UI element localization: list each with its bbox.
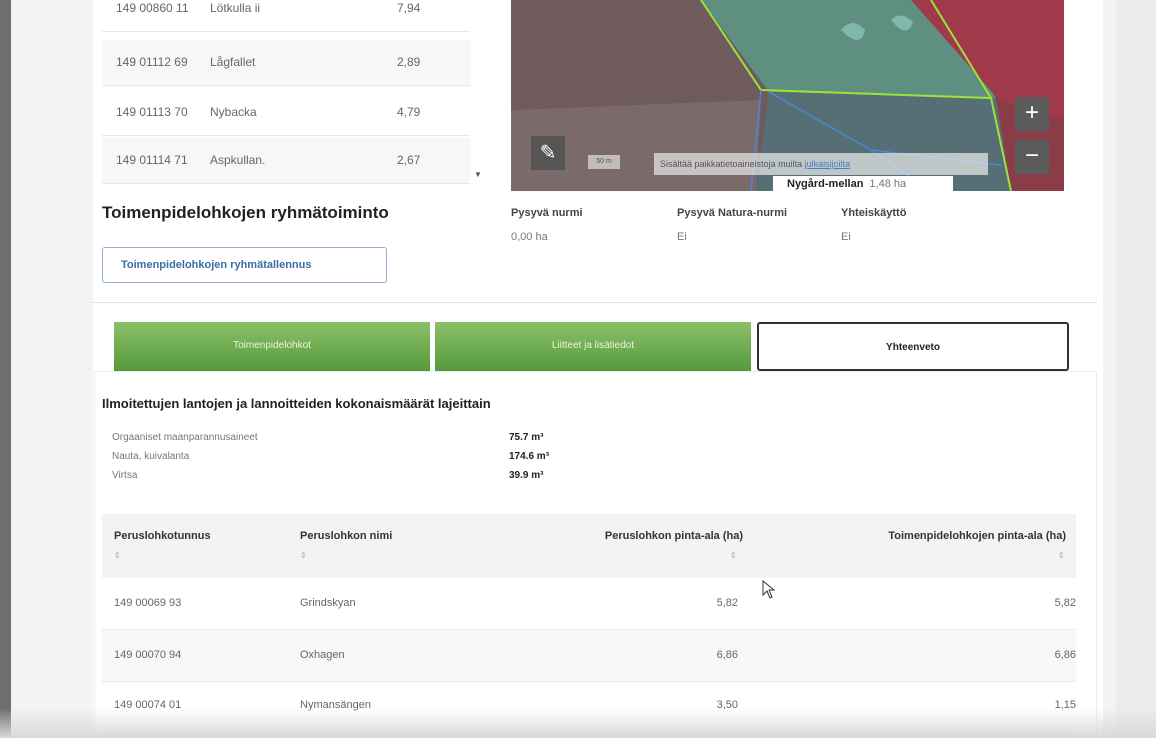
- property-label: Yhteiskäyttö: [841, 207, 907, 219]
- property-value: Ei: [677, 231, 687, 243]
- parcel-row[interactable]: 149 01114 71 Aspkullan. 2,67: [102, 138, 470, 184]
- property-value: 0,00 ha: [511, 231, 548, 243]
- property-label: Pysyvä Natura-nurmi: [677, 207, 788, 219]
- property-value: Ei: [841, 231, 851, 243]
- summary-label: Orgaaniset maanparannusaineet: [112, 432, 258, 443]
- zoom-out-button[interactable]: −: [1015, 140, 1049, 174]
- summary-value: 39.9 m³: [509, 470, 544, 481]
- table-cell-id: 149 00070 94: [114, 649, 182, 661]
- parcel-area: 7,94: [397, 1, 421, 15]
- column-header-id[interactable]: Peruslohkotunnus: [114, 530, 211, 542]
- table-cell-area: 5,82: [716, 597, 738, 609]
- parcel-id: 149 01113 70: [116, 105, 188, 119]
- parcel-row[interactable]: 149 01112 69 Lågfallet 2,89: [102, 40, 470, 86]
- table-row[interactable]: [102, 578, 1076, 630]
- sort-icon[interactable]: ⇕: [300, 551, 307, 560]
- parcel-row[interactable]: 149 00860 11 Lötkulla ii 7,94: [102, 0, 470, 32]
- summary-label: Virtsa: [112, 470, 138, 481]
- summary-value: 75.7 m³: [509, 432, 544, 443]
- section-divider: [92, 302, 1097, 303]
- sort-icon[interactable]: ⇕: [730, 551, 737, 560]
- map-scale: 50 m: [588, 155, 620, 169]
- map-parcel-name: Nygård-mellan: [787, 178, 864, 190]
- parcel-name: Lågfallet: [210, 55, 256, 69]
- table-cell-area: 6,86: [716, 649, 738, 661]
- sort-icon[interactable]: ⇕: [1058, 551, 1065, 560]
- edit-icon[interactable]: ✎: [531, 136, 565, 170]
- parcel-id: 149 00860 11: [116, 1, 189, 15]
- scroll-down-icon[interactable]: ▼: [474, 170, 482, 179]
- parcel-id: 149 01112 69: [116, 55, 188, 69]
- attribution-text: Sisältää paikkatietoaineistoja muilta: [660, 159, 803, 169]
- parcel-list: 149 00860 11 Lötkulla ii 7,94 149 01112 …: [102, 0, 470, 185]
- window-left-edge: [0, 0, 11, 738]
- map-attribution: Sisältää paikkatietoaineistoja muilta ju…: [654, 153, 988, 175]
- group-section-title: Toimenpidelohkojen ryhmätoiminto: [102, 203, 389, 222]
- column-header-area[interactable]: Peruslohkon pinta-ala (ha): [543, 530, 743, 542]
- column-header-op-area[interactable]: Toimenpidelohkojen pinta-ala (ha): [826, 530, 1066, 542]
- table-row[interactable]: [102, 630, 1076, 682]
- map-parcel-label: Nygård-mellan 1,48 ha: [773, 176, 953, 191]
- map-parcel-area: 1,48 ha: [869, 178, 907, 190]
- parcel-id: 149 01114 71: [116, 153, 188, 167]
- parcel-area: 2,67: [397, 153, 421, 167]
- group-save-button[interactable]: Toimenpidelohkojen ryhmätallennus: [102, 247, 387, 283]
- sort-icon[interactable]: ⇕: [114, 551, 121, 560]
- window-right-edge: [1116, 0, 1156, 738]
- tab-liitteet[interactable]: Liitteet ja lisätiedot: [435, 322, 751, 371]
- tab-yhteenveto[interactable]: Yhteenveto: [757, 322, 1069, 371]
- parcel-name: Aspkullan.: [210, 153, 266, 167]
- attribution-link[interactable]: julkaisijoilta: [805, 159, 851, 169]
- tab-toimenpidelohkot[interactable]: Toimenpidelohkot: [114, 322, 430, 371]
- window-bottom-edge: [0, 708, 1156, 738]
- summary-value: 174.6 m³: [509, 451, 550, 462]
- property-label: Pysyvä nurmi: [511, 207, 583, 219]
- table-cell-name: Grindskyan: [300, 597, 356, 609]
- zoom-in-button[interactable]: +: [1015, 97, 1049, 131]
- parcel-name: Lötkulla ii: [210, 1, 261, 15]
- parcel-area: 4,79: [397, 105, 421, 119]
- table-cell-name: Oxhagen: [300, 649, 345, 661]
- parcel-row[interactable]: 149 01113 70 Nybacka 4,79: [102, 90, 470, 136]
- table-cell-id: 149 00069 93: [114, 597, 182, 609]
- parcel-name: Nybacka: [210, 105, 257, 119]
- summary-title: Ilmoitettujen lantojen ja lannoitteiden …: [102, 396, 491, 411]
- table-cell-op-area: 6,86: [1054, 649, 1076, 661]
- column-header-name[interactable]: Peruslohkon nimi: [300, 530, 392, 542]
- mouse-cursor-icon: [762, 580, 776, 599]
- summary-label: Nauta, kuivalanta: [112, 451, 190, 462]
- table-cell-op-area: 5,82: [1054, 597, 1076, 609]
- parcel-area: 2,89: [397, 55, 421, 69]
- table-header: [102, 514, 1076, 578]
- map-view[interactable]: ✎ 50 m Sisältää paikkatietoaineistoja mu…: [511, 0, 1064, 191]
